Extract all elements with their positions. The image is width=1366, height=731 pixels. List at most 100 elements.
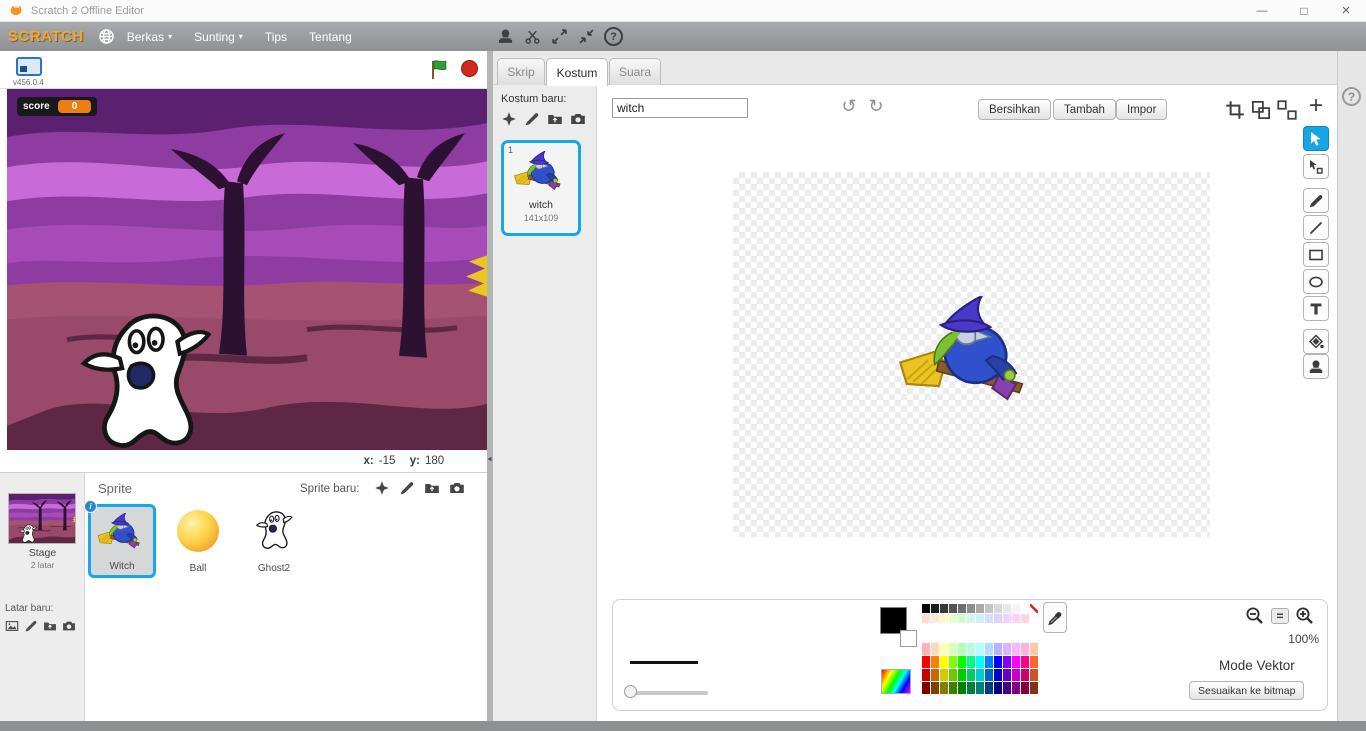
tab-skrip[interactable]: Skrip [497,58,545,85]
palette-color-swatch[interactable] [967,669,975,681]
palette-color-swatch[interactable] [1003,643,1011,655]
palette-color-swatch[interactable] [931,643,939,655]
costume-item[interactable]: 1 witch 141x109 [501,140,581,236]
palette-color-swatch[interactable] [1021,656,1029,668]
ungroup-icon[interactable] [1277,100,1297,120]
palette-color-swatch[interactable] [967,643,975,655]
green-flag-button[interactable] [429,58,451,80]
camera-backdrop-icon[interactable] [62,619,76,633]
palette-color-swatch[interactable] [949,669,957,681]
palette-color-swatch[interactable] [931,604,939,613]
pencil-tool-button[interactable] [1303,188,1329,213]
palette-color-swatch[interactable] [994,682,1002,694]
palette-color-swatch[interactable] [958,682,966,694]
sprite-item-ghost2[interactable]: Ghost2 [240,504,308,578]
palette-color-swatch[interactable] [1030,614,1038,623]
palette-color-swatch[interactable] [940,656,948,668]
palette-color-swatch[interactable] [1012,614,1020,623]
grow-tool-icon[interactable] [551,28,568,45]
palette-color-swatch[interactable] [958,656,966,668]
palette-color-swatch[interactable] [1012,656,1020,668]
import-button[interactable]: Impor [1116,99,1168,120]
palette-color-swatch[interactable] [949,682,957,694]
palette-color-swatch[interactable] [1021,643,1029,655]
palette-color-swatch[interactable] [931,682,939,694]
palette-color-swatch[interactable] [931,656,939,668]
reshape-tool-button[interactable] [1303,154,1329,179]
palette-color-swatch[interactable] [1012,682,1020,694]
help-button[interactable]: ? [1342,87,1361,106]
close-button[interactable]: × [1328,0,1364,21]
upload-backdrop-icon[interactable] [43,619,57,633]
stage-thumbnail[interactable] [8,493,76,544]
ellipse-tool-button[interactable] [1303,269,1329,294]
undo-button[interactable]: ↺ [837,94,861,118]
palette-color-swatch[interactable] [967,656,975,668]
sprite-info-badge[interactable]: i [84,500,97,513]
palette-color-swatch[interactable] [940,614,948,623]
camera-costume-icon[interactable] [570,111,586,127]
palette-color-swatch[interactable] [1021,604,1029,613]
palette-color-swatch[interactable] [994,669,1002,681]
minimize-button[interactable]: — [1244,0,1280,21]
palette-color-swatch[interactable] [967,682,975,694]
palette-color-swatch[interactable] [1003,604,1011,613]
shrink-tool-icon[interactable] [578,28,595,45]
paint-backdrop-icon[interactable] [24,619,38,633]
palette-color-swatch[interactable] [1003,669,1011,681]
palette-color-swatch[interactable] [1030,643,1038,655]
tab-kostum[interactable]: Kostum [546,58,608,86]
upload-costume-icon[interactable] [547,111,563,127]
palette-color-swatch[interactable] [940,643,948,655]
palette-color-swatch[interactable] [1030,669,1038,681]
add-shape-button[interactable]: + [1302,92,1330,120]
line-tool-button[interactable] [1303,215,1329,240]
backdrop-library-icon[interactable] [5,619,19,633]
palette-color-swatch[interactable] [967,604,975,613]
palette-color-swatch[interactable] [976,656,984,668]
palette-color-swatch[interactable] [1030,682,1038,694]
zoom-reset-button[interactable]: = [1271,608,1289,624]
zoom-in-icon[interactable] [1295,606,1315,626]
palette-color-swatch[interactable] [985,643,993,655]
palette-color-swatch[interactable] [931,669,939,681]
sprite-item-ball[interactable]: Ball [164,504,232,578]
palette-color-swatch[interactable] [958,604,966,613]
palette-color-swatch[interactable] [967,614,975,623]
delete-tool-icon[interactable] [524,28,541,45]
palette-color-swatch[interactable] [922,682,930,694]
costume-name-input[interactable] [612,98,748,118]
palette-color-swatch[interactable] [1003,682,1011,694]
palette-color-swatch[interactable] [922,614,930,623]
palette-color-swatch[interactable] [1021,614,1029,623]
palette-color-swatch[interactable] [949,656,957,668]
crop-icon[interactable] [1225,100,1245,120]
palette-color-swatch[interactable] [1012,604,1020,613]
palette-color-swatch[interactable] [985,656,993,668]
costume-library-icon[interactable] [501,111,517,127]
camera-sprite-icon[interactable] [449,480,465,496]
palette-color-swatch[interactable] [985,682,993,694]
zoom-out-icon[interactable] [1245,606,1265,626]
menu-berkas[interactable]: Berkas ▾ [117,22,182,51]
palette-color-swatch[interactable] [994,604,1002,613]
paint-sprite-icon[interactable] [399,480,415,496]
palette-color-swatch[interactable] [994,643,1002,655]
palette-color-swatch[interactable] [922,669,930,681]
rectangle-tool-button[interactable] [1303,242,1329,267]
convert-to-bitmap-button[interactable]: Sesuaikan ke bitmap [1189,681,1305,700]
palette-color-swatch[interactable] [976,614,984,623]
language-globe-icon[interactable] [98,28,115,45]
palette-color-swatch[interactable] [1021,682,1029,694]
palette-color-swatch[interactable] [922,604,930,613]
duplicate-tool-button[interactable] [1303,354,1329,379]
palette-color-swatch[interactable] [985,669,993,681]
redo-button[interactable]: ↻ [864,94,888,118]
menu-tentang[interactable]: Tentang [299,22,362,51]
palette-color-swatch[interactable] [949,604,957,613]
upload-sprite-icon[interactable] [424,480,440,496]
fill-tool-button[interactable] [1303,329,1329,354]
palette-color-swatch[interactable] [922,643,930,655]
collapse-arrow-icon[interactable]: ◄ [486,456,493,463]
sprite-library-icon[interactable] [374,480,390,496]
